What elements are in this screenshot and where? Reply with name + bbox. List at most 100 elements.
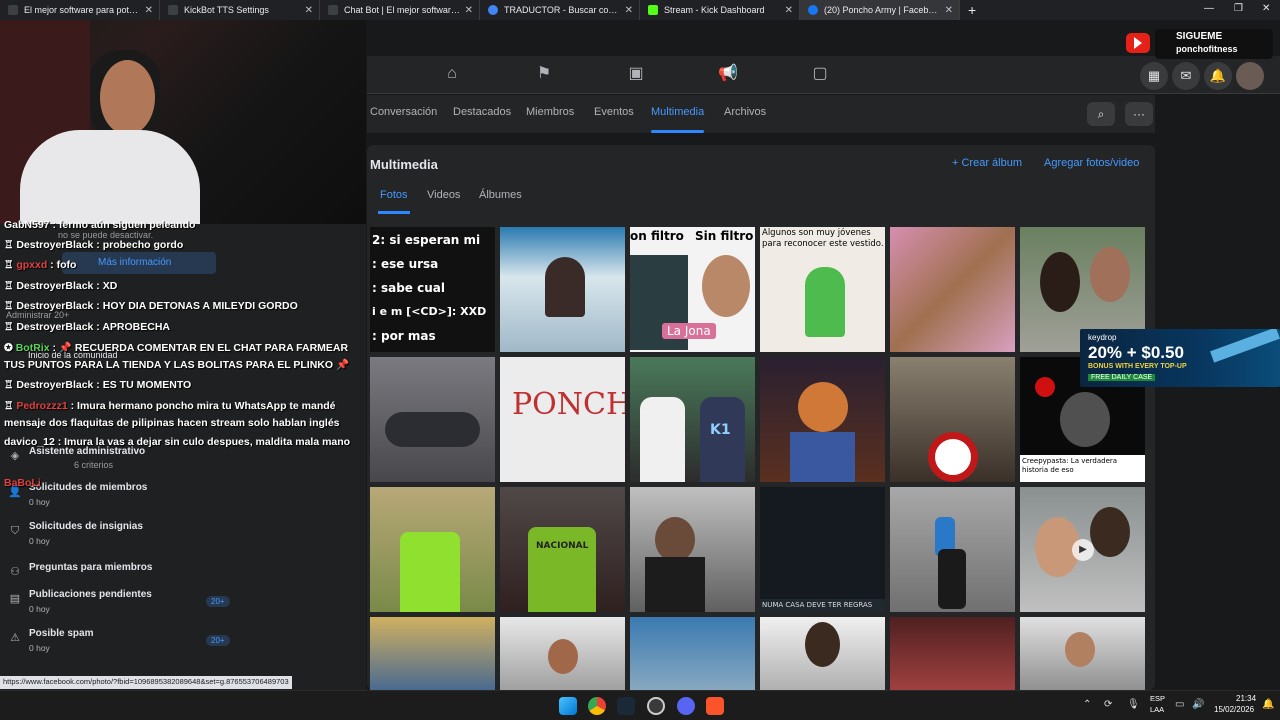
notifications-bell-icon[interactable]: 🔔: [1204, 62, 1232, 90]
tab-multimedia[interactable]: Multimedia: [651, 106, 705, 133]
start-windows-icon[interactable]: [559, 697, 577, 715]
clock-time[interactable]: 21:34: [1236, 694, 1256, 703]
tray-chevron-icon[interactable]: ⌃: [1083, 699, 1091, 710]
more-info-button[interactable]: Más información: [62, 252, 216, 274]
chat-username: BaBoLi: [4, 477, 41, 489]
chat-badge-icon: ♖: [4, 400, 17, 412]
close-tab-icon[interactable]: ✕: [785, 5, 793, 16]
photo-thumbnail[interactable]: PONCHO: [500, 357, 625, 482]
browser-tab[interactable]: El mejor software para potencia ✕: [0, 0, 160, 20]
multimedia-card: Multimedia + Crear álbum Agregar fotos/v…: [367, 145, 1155, 690]
photo-thumbnail[interactable]: [760, 357, 885, 482]
sidebar-item-sub: 0 hoy: [29, 643, 50, 653]
tab-eventos[interactable]: Eventos: [594, 106, 634, 118]
tray-sync-icon[interactable]: ⟳: [1104, 699, 1112, 710]
subtab-videos[interactable]: Videos: [427, 189, 460, 201]
maximize-icon[interactable]: ❐: [1234, 3, 1243, 14]
browser-tabstrip: El mejor software para potencia ✕ KickBot…: [0, 0, 1280, 20]
play-icon[interactable]: ▶: [1072, 539, 1094, 561]
keyboard-layout: LAA: [1150, 705, 1165, 714]
steam-icon[interactable]: [617, 697, 635, 715]
megaphone-icon[interactable]: 📢: [718, 64, 738, 84]
keydrop-promo-overlay: keydrop 20% + $0.50 BONUS WITH EVERY TOP…: [1080, 329, 1280, 387]
minimize-icon[interactable]: —: [1204, 3, 1214, 14]
chat-text: probecho gordo: [102, 239, 184, 251]
brave-icon[interactable]: [706, 697, 724, 715]
tab-favicon-icon: [328, 5, 338, 15]
discord-icon[interactable]: [677, 697, 695, 715]
chat-message: ♖ DestroyerBlack : XD: [4, 280, 118, 292]
messenger-icon[interactable]: ✉: [1172, 62, 1200, 90]
network-icon[interactable]: ▭: [1175, 699, 1184, 710]
photo-thumbnail[interactable]: [370, 357, 495, 482]
home-icon[interactable]: ⌂: [442, 64, 462, 84]
menu-grid-icon[interactable]: ▦: [1140, 62, 1168, 90]
photo-thumbnail[interactable]: [890, 357, 1015, 482]
photo-thumbnail[interactable]: [890, 487, 1015, 612]
browser-tab[interactable]: Stream - Kick Dashboard ✕: [640, 0, 800, 20]
language-indicator[interactable]: ESP: [1150, 694, 1165, 703]
close-window-icon[interactable]: ✕: [1262, 3, 1270, 14]
tab-miembros[interactable]: Miembros: [526, 106, 574, 118]
photo-thumbnail[interactable]: [500, 227, 625, 352]
add-media-button[interactable]: Agregar fotos/video: [1044, 157, 1139, 169]
obs-icon[interactable]: [647, 697, 665, 715]
photo-thumbnail[interactable]: on filtro Sin filtro La Jona: [630, 227, 755, 352]
sidebar-item-possible-spam[interactable]: ⚠ Posible spam 0 hoy 20+: [6, 628, 230, 662]
photo-thumbnail[interactable]: 2: si esperan mi : ese ursa : sabe cual …: [370, 227, 495, 352]
new-tab-button[interactable]: +: [968, 2, 976, 18]
close-tab-icon[interactable]: ✕: [305, 5, 313, 16]
tab-title: Chat Bot | El mejor software pa: [344, 5, 462, 15]
profile-avatar[interactable]: [1236, 62, 1264, 90]
browser-tab[interactable]: KickBot TTS Settings ✕: [160, 0, 320, 20]
notification-center-icon[interactable]: 🔔: [1262, 699, 1274, 710]
follow-title: SIGUEME: [1176, 31, 1223, 42]
tab-title: Stream - Kick Dashboard: [664, 5, 765, 15]
watch-icon[interactable]: ▣: [626, 64, 646, 84]
photo-thumbnail[interactable]: NUMA CASA DEVE TER REGRAS: [760, 487, 885, 612]
browser-tab[interactable]: TRADUCTOR - Buscar con Goo ✕: [480, 0, 640, 20]
tab-destacados[interactable]: Destacados: [453, 106, 511, 118]
sidebar-item-pending-posts[interactable]: ▤ Publicaciones pendientes 0 hoy 20+: [6, 589, 230, 623]
chrome-icon[interactable]: [588, 697, 606, 715]
browser-tab[interactable]: Chat Bot | El mejor software pa ✕: [320, 0, 480, 20]
photo-thumbnail[interactable]: [760, 617, 885, 690]
photo-thumbnail[interactable]: [890, 617, 1015, 690]
create-album-button[interactable]: + Crear álbum: [952, 157, 1022, 169]
photo-thumbnail[interactable]: [630, 617, 755, 690]
photo-caption: on filtro: [630, 229, 684, 243]
sidebar-item-label: Publicaciones pendientes: [29, 589, 152, 600]
photo-thumbnail[interactable]: Algunos son muy jóvenes para reconocer e…: [760, 227, 885, 352]
photo-thumbnail[interactable]: [1020, 617, 1145, 690]
tab-archivos[interactable]: Archivos: [724, 106, 766, 118]
close-tab-icon[interactable]: ✕: [945, 5, 953, 16]
sidebar-item-badge-requests[interactable]: ⛉ Solicitudes de insignias 0 hoy: [6, 521, 230, 555]
gaming-icon[interactable]: ▢: [810, 64, 830, 84]
assistant-icon: ◈: [10, 450, 20, 462]
close-tab-icon[interactable]: ✕: [145, 5, 153, 16]
more-options-icon[interactable]: ···: [1125, 102, 1153, 126]
photo-thumbnail[interactable]: [500, 617, 625, 690]
chat-text: TUS PUNTOS PARA LA TIENDA Y LAS BOLITAS …: [4, 359, 350, 371]
video-thumbnail[interactable]: ▶: [1020, 487, 1145, 612]
photo-thumbnail[interactable]: [370, 487, 495, 612]
close-tab-icon[interactable]: ✕: [465, 5, 473, 16]
photo-thumbnail[interactable]: [370, 617, 495, 690]
sidebar-item-admin-assistant[interactable]: ◈ Asistente administrativo: [6, 446, 230, 480]
tab-conversacion[interactable]: Conversación: [370, 106, 437, 118]
close-tab-icon[interactable]: ✕: [625, 5, 633, 16]
sidebar-item-label: Posible spam: [29, 628, 94, 639]
pages-flag-icon[interactable]: ⚑: [534, 64, 554, 84]
photo-caption: 2: si esperan mi: [372, 233, 481, 247]
tray-mic-icon[interactable]: 🎙: [1127, 699, 1140, 710]
subtab-albumes[interactable]: Álbumes: [479, 189, 522, 201]
photo-thumbnail[interactable]: K1: [630, 357, 755, 482]
volume-icon[interactable]: 🔊: [1192, 699, 1204, 710]
photo-caption: Algunos son muy jóvenes para reconocer e…: [762, 228, 884, 249]
photo-thumbnail[interactable]: [630, 487, 755, 612]
search-icon[interactable]: ⌕: [1087, 102, 1115, 126]
browser-tab-active[interactable]: (20) Poncho Army | Facebook ✕: [800, 0, 960, 20]
subtab-fotos[interactable]: Fotos: [378, 189, 410, 214]
photo-thumbnail[interactable]: NACIONAL: [500, 487, 625, 612]
photo-thumbnail[interactable]: [890, 227, 1015, 352]
